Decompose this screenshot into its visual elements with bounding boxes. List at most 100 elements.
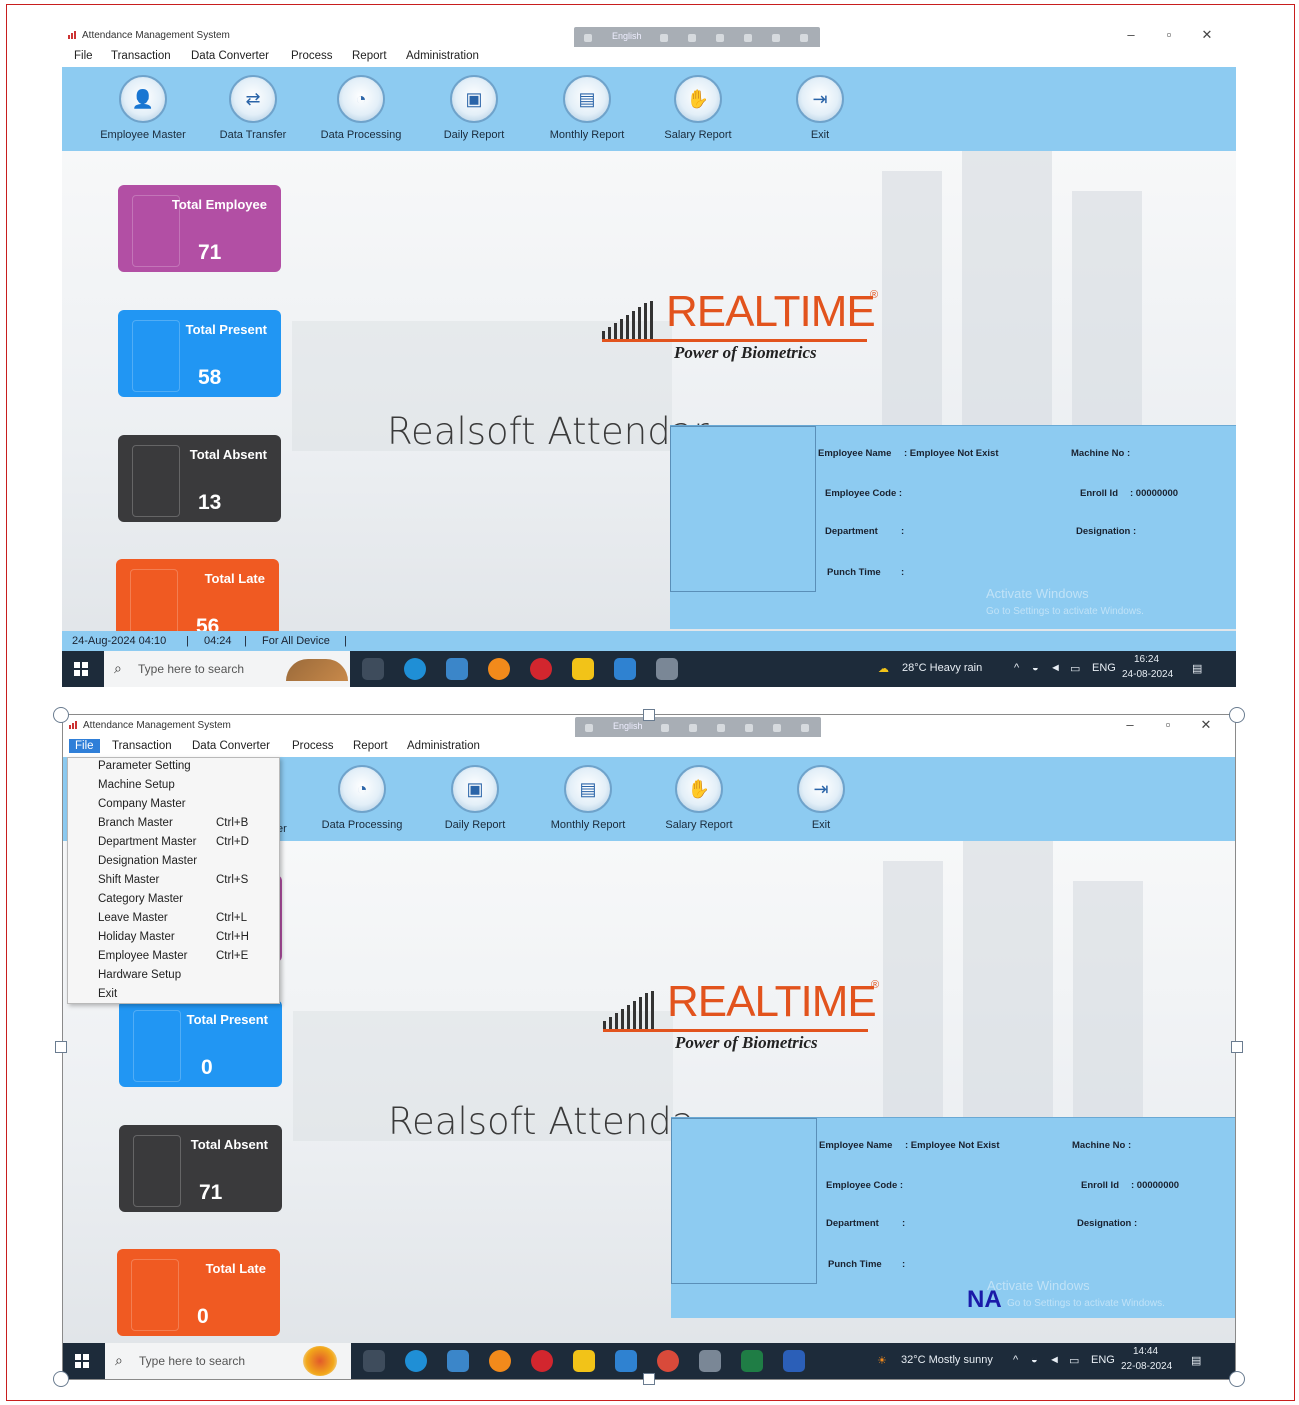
- resize-handle[interactable]: [53, 1371, 69, 1387]
- menu-transaction[interactable]: Transaction: [111, 50, 171, 62]
- language-indicator[interactable]: ENG: [1091, 1354, 1115, 1366]
- taskbar-search[interactable]: ⌕ Type here to search: [105, 1343, 351, 1379]
- qat-icon[interactable]: [773, 724, 781, 732]
- resize-handle[interactable]: [53, 707, 69, 723]
- menu-report[interactable]: Report: [353, 740, 388, 752]
- qat-icon[interactable]: [584, 34, 592, 42]
- daily-report-button[interactable]: ▣ Daily Report: [414, 75, 534, 141]
- tray-chevron-icon[interactable]: ^: [1014, 662, 1019, 674]
- display-icon[interactable]: ▭: [1069, 1354, 1079, 1367]
- file-menu-item[interactable]: Branch Master: [98, 817, 173, 829]
- menu-administration[interactable]: Administration: [406, 50, 479, 62]
- minimize-icon[interactable]: –: [1112, 27, 1150, 42]
- minimize-icon[interactable]: –: [1111, 717, 1149, 732]
- clock-time[interactable]: 16:24: [1134, 654, 1159, 665]
- total-absent-card[interactable]: Total Absent 13: [118, 435, 281, 522]
- resize-handle[interactable]: [1229, 1371, 1245, 1387]
- file-menu-item[interactable]: Parameter Setting: [98, 760, 191, 772]
- file-menu-item[interactable]: Machine Setup: [98, 779, 175, 791]
- display-icon[interactable]: ▭: [1070, 662, 1080, 675]
- menu-report[interactable]: Report: [352, 50, 387, 62]
- file-menu-item[interactable]: Holiday Master: [98, 931, 175, 943]
- qat-icon[interactable]: [745, 724, 753, 732]
- qat-icon[interactable]: [772, 34, 780, 42]
- salary-report-button[interactable]: ✋ Salary Report: [638, 75, 758, 141]
- qat-icon[interactable]: [744, 34, 752, 42]
- tray-chevron-icon[interactable]: ^: [1013, 1354, 1018, 1366]
- file-menu-item[interactable]: Employee Master: [98, 950, 187, 962]
- exit-button[interactable]: ⇥ Exit: [760, 75, 880, 141]
- resize-handle[interactable]: [55, 1041, 67, 1053]
- network-icon[interactable]: ◒: [1031, 1354, 1038, 1366]
- menu-process[interactable]: Process: [292, 740, 334, 752]
- resize-handle[interactable]: [1231, 1041, 1243, 1053]
- firefox-icon[interactable]: [488, 658, 510, 680]
- clock-date[interactable]: 24-08-2024: [1122, 669, 1173, 680]
- file-menu-item[interactable]: Department Master: [98, 836, 196, 848]
- excel-icon[interactable]: [741, 1350, 763, 1372]
- total-late-card[interactable]: Total Late 0: [117, 1249, 280, 1336]
- total-present-card[interactable]: Total Present 58: [118, 310, 281, 397]
- file-menu-item[interactable]: Company Master: [98, 798, 186, 810]
- mail-icon[interactable]: [614, 658, 636, 680]
- qat-icon[interactable]: [660, 34, 668, 42]
- qat-icon[interactable]: [585, 724, 593, 732]
- attendance-app-taskbar-icon[interactable]: [699, 1350, 721, 1372]
- quick-access-toolbar[interactable]: English: [574, 27, 820, 49]
- file-menu-item[interactable]: Shift Master: [98, 874, 159, 886]
- network-icon[interactable]: ◒: [1032, 662, 1039, 674]
- word-icon[interactable]: [783, 1350, 805, 1372]
- resize-handle[interactable]: [1229, 707, 1245, 723]
- quick-access-toolbar[interactable]: English: [575, 717, 821, 739]
- taskbar-search[interactable]: ⌕ Type here to search: [104, 651, 350, 687]
- qat-icon[interactable]: [801, 724, 809, 732]
- qat-icon[interactable]: [661, 724, 669, 732]
- salary-report-button[interactable]: ✋ Salary Report: [639, 765, 759, 831]
- daily-report-button[interactable]: ▣ Daily Report: [415, 765, 535, 831]
- total-present-card[interactable]: Total Present 0: [119, 1000, 282, 1087]
- clock-time[interactable]: 14:44: [1133, 1346, 1158, 1357]
- volume-icon[interactable]: ◄: [1049, 1354, 1060, 1366]
- attendance-app-taskbar-icon[interactable]: [656, 658, 678, 680]
- close-icon[interactable]: ✕: [1188, 27, 1226, 43]
- menu-file[interactable]: File: [69, 739, 100, 753]
- file-menu-item[interactable]: Designation Master: [98, 855, 197, 867]
- volume-icon[interactable]: ◄: [1050, 662, 1061, 674]
- qat-icon[interactable]: [717, 724, 725, 732]
- file-explorer-icon[interactable]: [573, 1350, 595, 1372]
- total-employee-card[interactable]: Total Employee 71: [118, 185, 281, 272]
- data-processing-button[interactable]: ◔ Data Processing: [302, 765, 422, 831]
- language-indicator[interactable]: ENG: [1092, 662, 1116, 674]
- close-icon[interactable]: ✕: [1187, 717, 1225, 733]
- file-menu-item[interactable]: Leave Master: [98, 912, 168, 924]
- file-menu-item[interactable]: Category Master: [98, 893, 183, 905]
- task-view-icon[interactable]: [362, 658, 384, 680]
- maximize-icon[interactable]: ▫: [1150, 27, 1188, 42]
- clock-date[interactable]: 22-08-2024: [1121, 1361, 1172, 1372]
- firefox-icon[interactable]: [489, 1350, 511, 1372]
- windows-start-icon[interactable]: [75, 1354, 89, 1368]
- menu-transaction[interactable]: Transaction: [112, 740, 172, 752]
- data-transfer-button[interactable]: ⇄ Data Transfer: [193, 75, 313, 141]
- store-icon[interactable]: [446, 658, 468, 680]
- menu-data-converter[interactable]: Data Converter: [191, 50, 269, 62]
- chrome-icon[interactable]: [657, 1350, 679, 1372]
- monthly-report-button[interactable]: ▤ Monthly Report: [527, 75, 647, 141]
- qat-icon[interactable]: [688, 34, 696, 42]
- notification-icon[interactable]: ▤: [1192, 662, 1202, 675]
- monthly-report-button[interactable]: ▤ Monthly Report: [528, 765, 648, 831]
- employee-master-button[interactable]: 👤 Employee Master: [83, 75, 203, 141]
- file-explorer-icon[interactable]: [572, 658, 594, 680]
- total-absent-card[interactable]: Total Absent 71: [119, 1125, 282, 1212]
- edge-icon[interactable]: [405, 1350, 427, 1372]
- data-processing-button[interactable]: ◔ Data Processing: [301, 75, 421, 141]
- menu-administration[interactable]: Administration: [407, 740, 480, 752]
- opera-icon[interactable]: [531, 1350, 553, 1372]
- qat-language[interactable]: English: [613, 721, 643, 731]
- qat-language[interactable]: English: [612, 31, 642, 41]
- task-view-icon[interactable]: [363, 1350, 385, 1372]
- mail-icon[interactable]: [615, 1350, 637, 1372]
- file-menu-item[interactable]: Exit: [98, 988, 117, 1000]
- qat-icon[interactable]: [800, 34, 808, 42]
- qat-icon[interactable]: [716, 34, 724, 42]
